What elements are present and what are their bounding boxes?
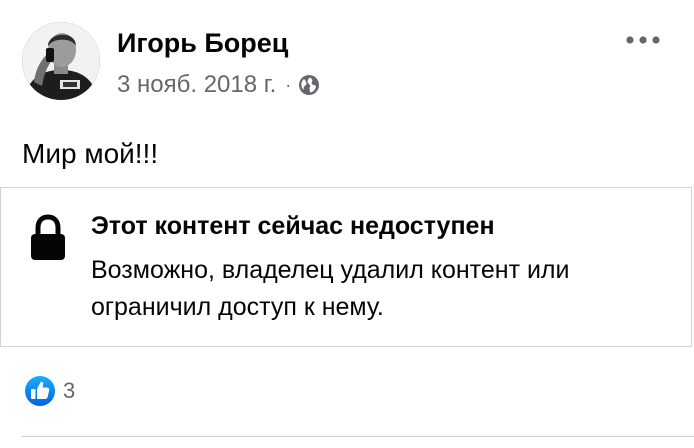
post-date[interactable]: 3 нояб. 2018 г. [117,71,276,99]
like-icon [24,375,56,407]
avatar-photo [22,22,100,100]
globe-icon [298,74,320,96]
post-card: Игорь Борец 3 нояб. 2018 г. · Мир мой!!!… [0,0,694,448]
author-name[interactable]: Игорь Борец [117,26,288,60]
more-options-button[interactable] [620,28,666,52]
reactions-summary[interactable]: 3 [24,374,75,408]
unavailable-description: Возможно, владелец удалил контент или ог… [91,256,570,321]
meta-separator: · [285,75,292,95]
post-meta: 3 нояб. 2018 г. · [117,70,320,100]
reaction-count: 3 [63,378,76,403]
more-options-icon [626,36,660,44]
lock-icon [28,214,68,262]
divider [22,436,694,437]
unavailable-content-box: Этот контент сейчас недоступен Возможно,… [0,187,692,347]
avatar[interactable] [22,22,100,100]
unavailable-title: Этот контент сейчас недоступен [91,212,495,240]
post-text: Мир мой!!! [22,138,159,169]
